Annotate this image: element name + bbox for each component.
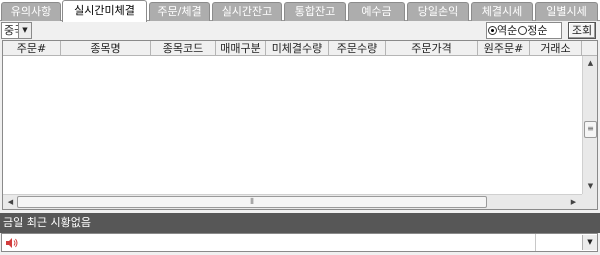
grid-body[interactable] <box>3 56 583 196</box>
vertical-scroll-thumb[interactable]: ≡ <box>584 121 597 138</box>
scrollbar-corner <box>582 194 597 209</box>
tab-realtime-unfilled[interactable]: 실시간미체결 <box>62 0 147 22</box>
radio-unchecked-icon[interactable] <box>518 26 528 35</box>
tab-bar: 유의사항 실시간미체결 주문/체결 실시간잔고 통합잔고 예수금 당일손익 체결… <box>0 0 600 22</box>
column-header-order-price[interactable]: 주문가격 <box>386 41 478 56</box>
column-header-exchange[interactable]: 거래소 <box>530 41 582 56</box>
radio-checked-icon[interactable] <box>488 26 497 35</box>
sort-order-group: 역순 정순 <box>486 22 562 39</box>
tab-integrated-balance[interactable]: 통합잔고 <box>284 2 346 21</box>
column-header-trade-type[interactable]: 매매구분 <box>216 41 266 56</box>
unfilled-orders-grid: 주문# 종목명 종목코드 매매구분 미체결수량 주문수량 주문가격 원주문# 거… <box>2 40 598 210</box>
message-combo[interactable]: ▼ <box>1 233 598 252</box>
message-divider <box>535 234 536 251</box>
tab-daily-quotes[interactable]: 일별시세 <box>535 2 598 21</box>
tab-daily-pnl[interactable]: 당일손익 <box>407 2 469 21</box>
column-header-unfilled-qty[interactable]: 미체결수량 <box>266 41 329 56</box>
column-header-original-order-no[interactable]: 원주문# <box>478 41 530 56</box>
column-header-item-name[interactable]: 종목명 <box>61 41 151 56</box>
triangle-down-icon[interactable]: ▼ <box>18 23 31 38</box>
sort-reverse-option[interactable]: 역순 <box>487 23 517 38</box>
horizontal-scroll-thumb[interactable]: ⦀ <box>17 196 487 208</box>
vertical-scrollbar[interactable]: ▲ ≡ ▼ <box>582 56 597 194</box>
tab-fill-quotes[interactable]: 체결시세 <box>471 2 533 21</box>
query-button[interactable]: 조회 <box>568 22 596 39</box>
scroll-right-icon[interactable]: ▶ <box>567 196 580 209</box>
toolbar: 중국 ▼ 역순 정순 조회 <box>0 21 600 40</box>
column-header-item-code[interactable]: 종목코드 <box>151 41 216 56</box>
sort-reverse-label: 역순 <box>497 24 518 37</box>
column-header-order-no[interactable]: 주문# <box>3 41 61 56</box>
market-news-status: 금일 최근 시황없음 <box>0 213 600 233</box>
scroll-left-icon[interactable]: ◀ <box>4 196 17 209</box>
market-select[interactable]: 중국 ▼ <box>1 22 32 39</box>
column-header-order-qty[interactable]: 주문수량 <box>329 41 386 56</box>
sort-forward-label: 정순 <box>527 24 548 37</box>
sort-forward-option[interactable]: 정순 <box>517 23 548 38</box>
tab-realtime-balance[interactable]: 실시간잔고 <box>212 2 282 21</box>
tab-notices[interactable]: 유의사항 <box>1 2 61 21</box>
chevron-down-icon[interactable]: ▼ <box>582 235 597 250</box>
grid-header: 주문# 종목명 종목코드 매매구분 미체결수량 주문수량 주문가격 원주문# 거… <box>3 41 597 56</box>
scroll-up-icon[interactable]: ▲ <box>584 57 597 70</box>
horizontal-scrollbar[interactable]: ◀ ⦀ ▶ <box>3 194 582 209</box>
tab-deposit[interactable]: 예수금 <box>348 2 405 21</box>
scroll-down-icon[interactable]: ▼ <box>584 180 597 193</box>
tab-orders-fills[interactable]: 주문/체결 <box>149 2 210 21</box>
speaker-icon <box>6 238 18 248</box>
